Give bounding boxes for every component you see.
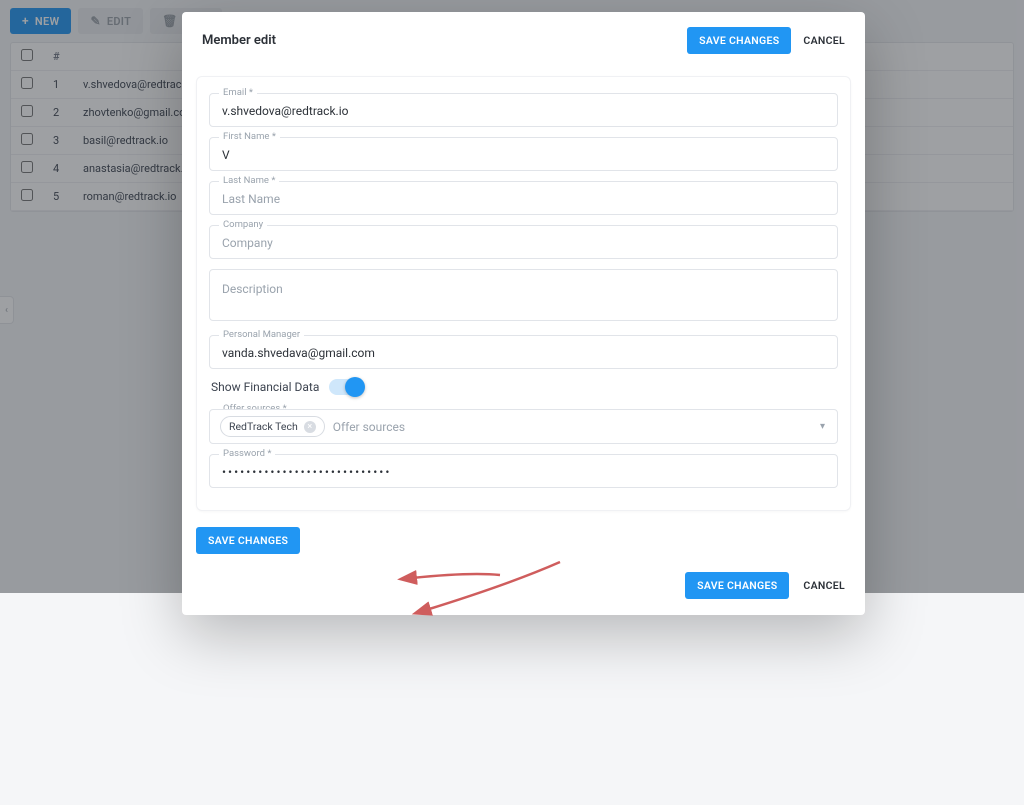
- first-name-input[interactable]: [209, 137, 838, 171]
- save-changes-middle-button[interactable]: SAVE CHANGES: [196, 527, 300, 554]
- last-name-label: Last Name *: [219, 175, 279, 186]
- offer-sources-chip: RedTrack Tech ×: [220, 416, 325, 437]
- email-input[interactable]: [209, 93, 838, 127]
- form-card: Email * First Name * Last Name * Company…: [196, 76, 851, 511]
- show-financial-data-toggle[interactable]: [329, 379, 363, 395]
- company-label: Company: [219, 219, 267, 230]
- personal-manager-label: Personal Manager: [219, 329, 304, 340]
- company-input[interactable]: [209, 225, 838, 259]
- personal-manager-input[interactable]: [209, 335, 838, 369]
- offer-sources-placeholder: Offer sources: [333, 420, 827, 434]
- email-label: Email *: [219, 87, 257, 98]
- save-changes-bottom-button[interactable]: SAVE CHANGES: [685, 572, 789, 599]
- chip-label: RedTrack Tech: [229, 420, 298, 433]
- password-input[interactable]: [209, 454, 838, 488]
- show-financial-data-label: Show Financial Data: [211, 380, 319, 394]
- cancel-top-button[interactable]: CANCEL: [803, 34, 845, 47]
- chevron-down-icon[interactable]: ▾: [820, 421, 825, 432]
- description-input[interactable]: [209, 269, 838, 321]
- first-name-label: First Name *: [219, 131, 280, 142]
- password-label: Password *: [219, 448, 275, 459]
- member-edit-modal: Member edit SAVE CHANGES CANCEL Email * …: [182, 12, 865, 615]
- toggle-knob-icon: [345, 377, 365, 397]
- offer-sources-input[interactable]: RedTrack Tech × Offer sources ▾: [209, 409, 838, 444]
- save-changes-top-button[interactable]: SAVE CHANGES: [687, 27, 791, 54]
- last-name-input[interactable]: [209, 181, 838, 215]
- chip-remove-icon[interactable]: ×: [304, 421, 316, 433]
- cancel-bottom-button[interactable]: CANCEL: [803, 579, 845, 592]
- modal-title: Member edit: [202, 33, 276, 48]
